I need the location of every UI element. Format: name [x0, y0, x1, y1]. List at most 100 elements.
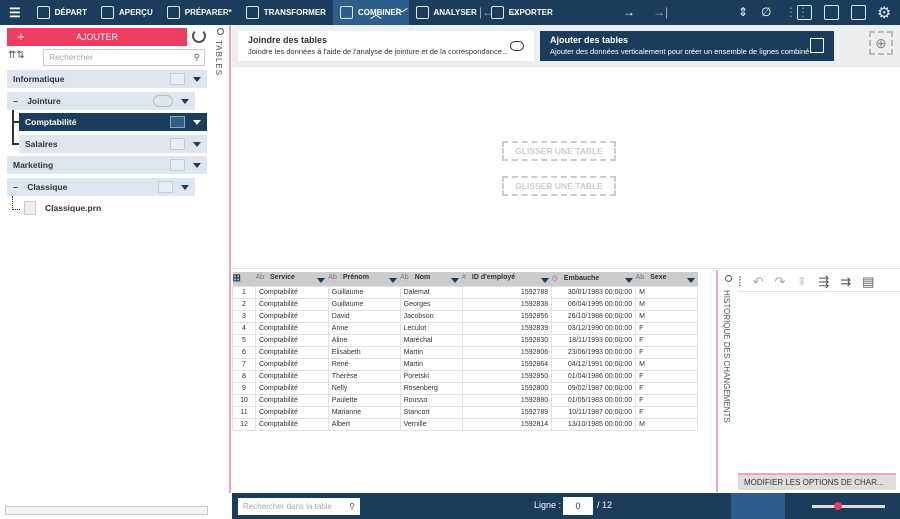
previous-match-icon[interactable]: ︿ [370, 5, 382, 22]
table-cell[interactable]: 1592800 [461, 381, 553, 395]
chevron-down-icon[interactable] [540, 278, 549, 284]
table-row[interactable]: 10 Comptabilité Paulette Rousso 1592880 01/05… [232, 393, 698, 407]
table-cell[interactable]: Comptabilité [254, 297, 329, 311]
column-header[interactable]: Ab Sexe [635, 272, 698, 286]
horizontal-scrollbar[interactable] [5, 506, 208, 515]
table-cell[interactable]: M [635, 309, 698, 323]
table-cell[interactable]: Jacobson [399, 309, 463, 323]
table-cell[interactable]: F [635, 369, 698, 383]
tree-item-informatique[interactable]: Informatique [7, 70, 207, 88]
menu-button[interactable]: ☰ [0, 0, 30, 25]
table-cell[interactable]: Comptabilité [254, 381, 329, 395]
table-cell[interactable]: M [635, 417, 698, 431]
table-cell[interactable]: 1592856 [461, 309, 553, 323]
edit-steps-icon[interactable]: ⇶ [818, 274, 840, 289]
redo-icon[interactable]: ↷ [775, 274, 797, 289]
table-cell[interactable]: 9 [232, 381, 256, 395]
table-cell[interactable]: 04/12/1991 00:00:00 [551, 357, 637, 371]
append-tables-card[interactable]: Ajouter des tables Ajouter des données ve… [540, 31, 834, 61]
drag-handle-icon[interactable]: ⁞ [738, 274, 753, 289]
table-row[interactable]: 3 Comptabilité David Jacobson 1592856 26/10/1… [232, 309, 698, 323]
split-icon[interactable]: ⋮⋮ [785, 5, 809, 19]
table-cell[interactable]: Comptabilité [254, 369, 329, 383]
apply-steps-icon[interactable]: ⇉ [840, 274, 862, 289]
table-cell[interactable]: 1592806 [461, 345, 553, 359]
table-cell[interactable]: Comptabilité [254, 393, 329, 407]
zoom-slider[interactable] [812, 505, 885, 508]
table-cell[interactable]: 1592838 [461, 297, 553, 311]
table-cell[interactable]: Rousso [399, 393, 463, 407]
table-cell[interactable]: 1592850 [461, 369, 553, 383]
table-cell[interactable]: 8 [232, 369, 256, 383]
table-cell[interactable]: F [635, 405, 698, 419]
next-row-icon[interactable]: → [623, 5, 635, 19]
table-cell[interactable]: 1592864 [461, 357, 553, 371]
table-cell[interactable]: Thérèse [327, 369, 401, 383]
table-cell[interactable]: Comptabilité [254, 309, 329, 323]
table-cell[interactable]: 03/12/1990 00:00:00 [551, 321, 637, 335]
table-cell[interactable]: Paulette [327, 393, 401, 407]
table-cell[interactable]: 23/06/1993 00:00:00 [551, 345, 637, 359]
table-cell[interactable]: 2 [232, 297, 256, 311]
table-cell[interactable]: F [635, 321, 698, 335]
chevron-down-icon[interactable] [193, 77, 201, 82]
table-cell[interactable]: Martin [399, 357, 463, 371]
first-row-icon[interactable]: |← [479, 5, 494, 19]
table-cell[interactable]: Dalemat [399, 285, 463, 299]
table-cell[interactable]: Comptabilité [254, 285, 329, 299]
table-cell[interactable]: Albert [327, 417, 401, 431]
table-cell[interactable]: Leculot [399, 321, 463, 335]
table-cell[interactable]: 6 [232, 345, 256, 359]
table-row[interactable]: 1 Comptabilité Guillaume Dalemat 1592788 30/0… [232, 285, 698, 299]
null-icon[interactable]: ∅ [761, 5, 771, 19]
table-cell[interactable]: M [635, 297, 698, 311]
chevron-down-icon[interactable] [317, 278, 326, 284]
table-cell[interactable]: Poretski [399, 369, 463, 383]
undo-icon[interactable]: ↶ [753, 274, 775, 289]
table-cell[interactable]: 30/01/1983 00:00:00 [551, 285, 637, 299]
table-cell[interactable]: 06/04/1995 00:00:00 [551, 297, 637, 311]
chevron-down-icon[interactable] [193, 163, 201, 168]
table-cell[interactable]: Stancort [399, 405, 463, 419]
help-book-icon[interactable] [851, 5, 866, 20]
pin-icon[interactable] [217, 28, 224, 35]
table-cell[interactable]: 18/11/1993 00:00:00 [551, 333, 637, 347]
table-search-input[interactable]: Rechercher dans la table ⚲ [238, 498, 360, 515]
table-cell[interactable]: Guillaume [327, 285, 401, 299]
chevron-down-icon[interactable] [451, 278, 459, 284]
chevron-down-icon[interactable] [193, 120, 201, 125]
table-row[interactable]: 4 Comptabilité Anne Leculot 1592839 03/12/199… [232, 321, 698, 335]
chevron-down-icon[interactable] [389, 278, 398, 284]
table-cell[interactable]: 1 [232, 285, 256, 299]
table-cell[interactable]: M [635, 357, 698, 371]
table-row[interactable]: 7 Comptabilité René Martin 1592864 04/12/1991… [232, 357, 698, 371]
table-cell[interactable]: Comptabilité [254, 333, 329, 347]
tree-item-jointure[interactable]: – Jointure [7, 92, 195, 110]
table-cell[interactable]: Rosenberg [399, 381, 463, 395]
add-table-slot-icon[interactable]: ⊕ [869, 31, 893, 55]
table-cell[interactable]: René [327, 357, 401, 371]
table-cell[interactable]: 26/10/1988 00:00:00 [551, 309, 637, 323]
table-cell[interactable]: 01/05/1983 00:00:00 [551, 393, 637, 407]
table-cell[interactable]: Georges [399, 297, 463, 311]
table-cell[interactable]: F [635, 381, 698, 395]
nav-eye[interactable]: APERÇU [94, 0, 160, 25]
tree-item-comptabilite[interactable]: Comptabilité [19, 113, 207, 131]
add-button[interactable]: + AJOUTER [7, 28, 187, 46]
table-cell[interactable]: M [635, 285, 698, 299]
table-cell[interactable]: Maréchal [399, 333, 463, 347]
table-cell[interactable]: Comptabilité [254, 405, 329, 419]
chevron-down-icon[interactable] [624, 278, 633, 284]
table-cell[interactable]: Anne [327, 321, 401, 335]
join-tables-card[interactable]: Joindre des tables Joindre les données à … [238, 31, 534, 61]
tree-item-classique-prn[interactable]: Classique.prn [45, 203, 101, 213]
table-cell[interactable]: David [327, 309, 401, 323]
table-cell[interactable]: Nelly [327, 381, 401, 395]
drop-zone-2[interactable]: GLISSER UNE TABLE [502, 176, 616, 196]
table-cell[interactable]: Vernille [399, 417, 463, 431]
table-cell[interactable]: 1592814 [461, 417, 553, 431]
chevron-down-icon[interactable] [181, 99, 189, 104]
previous-row-icon[interactable]: ← [509, 5, 521, 19]
script-icon[interactable]: ▤ [862, 274, 885, 289]
table-row[interactable]: 12 Comptabilité Albert Vernille 1592814 13/10… [232, 417, 698, 431]
